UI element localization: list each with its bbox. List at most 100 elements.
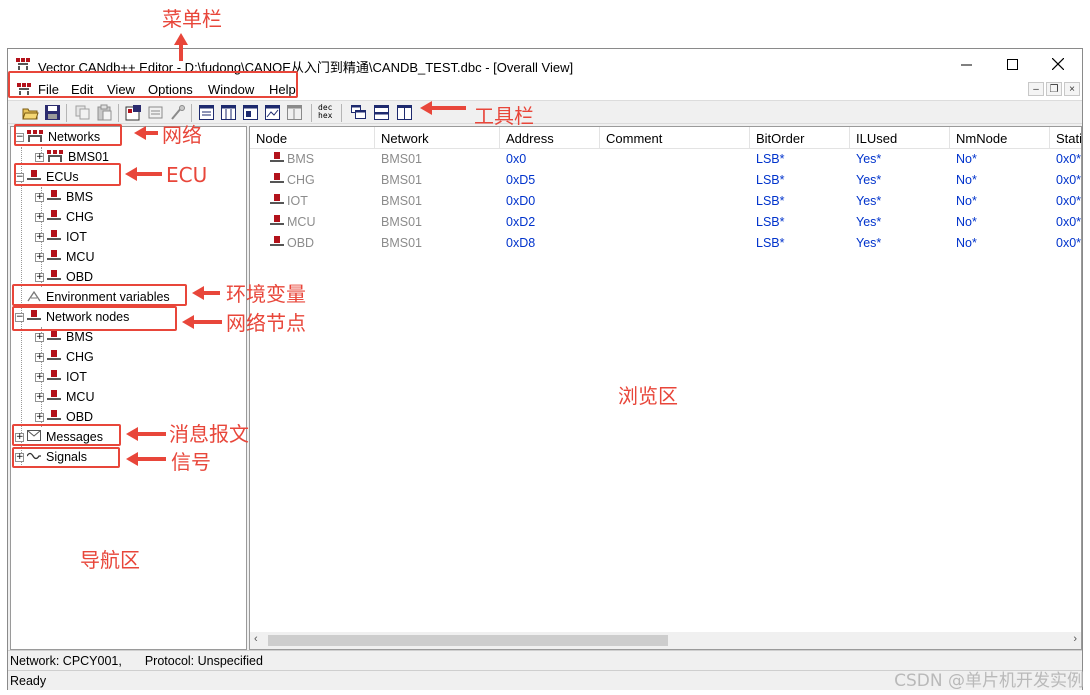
column-header-bitorder[interactable]: BitOrder [750,127,850,149]
grid-view-icon[interactable] [220,104,237,121]
expand-icon[interactable]: + [35,272,44,282]
ecu-icon [47,209,61,225]
tree-node-ecu[interactable]: + CHG [35,207,94,227]
expand-icon[interactable]: + [35,332,44,342]
scrollbar-thumb[interactable] [268,635,668,646]
minimize-icon[interactable] [943,49,989,79]
table-cell[interactable]: BMS01 [381,191,422,211]
dec-hex-icon[interactable]: dec hex [318,104,335,121]
column-header-address[interactable]: Address [500,127,600,149]
wizard-icon[interactable] [169,104,186,121]
open-folder-icon[interactable] [22,104,39,121]
table-cell[interactable]: No* [956,233,977,253]
table-cell[interactable]: No* [956,191,977,211]
maximize-icon[interactable] [989,49,1035,79]
properties-icon[interactable] [125,104,142,121]
tree-node-ecu[interactable]: + IOT [35,227,87,247]
split-view-icon[interactable] [286,104,303,121]
tree-label: MCU [66,390,95,404]
table-cell[interactable]: No* [956,212,977,232]
table-cell[interactable]: BMS01 [381,212,422,232]
table-cell[interactable]: 0xD0 [506,191,535,211]
tile-horizontal-icon[interactable] [373,104,390,121]
expand-icon[interactable]: + [35,252,44,262]
network-node-icon [47,369,61,385]
table-cell[interactable]: 0x0* [1056,212,1081,232]
tree-node-ecu[interactable]: + BMS [35,187,93,207]
tree-label: IOT [66,370,87,384]
mdi-minimize-icon[interactable]: – [1028,82,1044,96]
cascade-icon[interactable] [350,104,367,121]
copy-icon[interactable] [74,104,91,121]
table-cell[interactable]: LSB* [756,149,785,169]
table-cell[interactable]: 0x0* [1056,191,1081,211]
column-header-network[interactable]: Network [375,127,500,149]
tile-vertical-icon[interactable] [396,104,413,121]
tree-node-ecu[interactable]: + MCU [35,247,94,267]
cell-text: OBD [287,236,315,250]
horizontal-scrollbar[interactable]: ‹ › [250,632,1081,649]
expand-icon[interactable]: + [35,212,44,222]
tree-node-network-node[interactable]: + MCU [35,387,94,407]
mdi-restore-icon[interactable]: ❐ [1046,82,1062,96]
table-cell[interactable]: LSB* [756,233,785,253]
column-header-node[interactable]: Node [250,127,375,149]
mdi-close-icon[interactable]: × [1064,82,1080,96]
save-icon[interactable] [44,104,61,121]
chart-view-icon[interactable] [264,104,281,121]
table-cell[interactable]: CHG [256,170,315,190]
table-cell[interactable]: BMS01 [381,233,422,253]
close-icon[interactable] [1035,49,1081,79]
table-cell[interactable]: LSB* [756,212,785,232]
table-cell[interactable]: 0xD2 [506,212,535,232]
table-cell[interactable]: 0xD5 [506,170,535,190]
table-cell[interactable]: 0x0* [1056,233,1081,253]
object-icon[interactable] [147,104,164,121]
annotation-env: 环境变量 [226,282,306,306]
table-cell[interactable]: LSB* [756,191,785,211]
expand-icon[interactable]: + [35,192,44,202]
expand-icon[interactable]: + [35,372,44,382]
table-cell[interactable]: 0x0* [1056,170,1081,190]
scroll-left-icon[interactable]: ‹ [254,633,258,645]
table-cell[interactable]: BMS [256,149,314,169]
expand-icon[interactable]: + [35,412,44,422]
table-cell[interactable]: LSB* [756,170,785,190]
table-cell[interactable]: BMS01 [381,149,422,169]
table-cell[interactable]: 0x0* [1056,149,1081,169]
toolbar: dec hex [8,100,1082,124]
column-header-ilused[interactable]: ILUsed [850,127,950,149]
table-cell[interactable]: MCU [256,212,315,232]
table-cell[interactable]: Yes* [856,149,881,169]
expand-icon[interactable]: + [35,152,44,162]
table-cell[interactable]: No* [956,149,977,169]
annotation-box-ecus [14,163,121,186]
status-ready: Ready [10,674,47,688]
tree-node-network-node[interactable]: + IOT [35,367,87,387]
ecu-icon [47,189,61,205]
column-header-nmnode[interactable]: NmNode [950,127,1050,149]
table-view-icon[interactable] [198,104,215,121]
table-cell[interactable]: 0xD8 [506,233,535,253]
expand-icon[interactable]: + [35,392,44,402]
table-cell[interactable]: IOT [256,191,308,211]
tree-node-network-node[interactable]: + CHG [35,347,94,367]
table-cell[interactable]: OBD [256,233,314,253]
column-header-stati[interactable]: Stati [1050,127,1081,149]
table-cell[interactable]: BMS01 [381,170,422,190]
watermark: CSDN @单片机开发实例 [894,671,1084,691]
cell-text: MCU [287,215,316,229]
expand-icon[interactable]: + [35,352,44,362]
table-cell[interactable]: No* [956,170,977,190]
paste-icon[interactable] [96,104,113,121]
expand-icon[interactable]: + [35,232,44,242]
table-cell[interactable]: Yes* [856,233,881,253]
table-cell[interactable]: Yes* [856,191,881,211]
table-cell[interactable]: Yes* [856,170,881,190]
column-header-comment[interactable]: Comment [600,127,750,149]
table-cell[interactable]: Yes* [856,212,881,232]
tree-label: CHG [66,350,94,364]
table-cell[interactable]: 0x0 [506,149,526,169]
scroll-right-icon[interactable]: › [1073,633,1077,645]
window-view-icon[interactable] [242,104,259,121]
